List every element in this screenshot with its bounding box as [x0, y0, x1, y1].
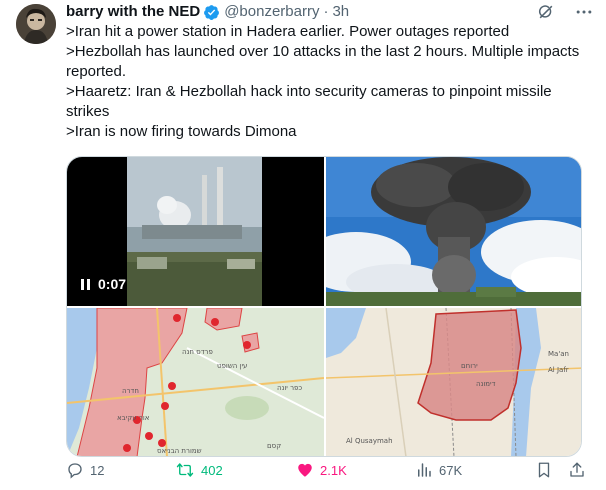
retweet-icon	[176, 463, 194, 477]
map-label: אור עקיבא	[117, 414, 150, 422]
reply-button[interactable]: 12	[66, 461, 104, 479]
retweet-count: 402	[201, 462, 223, 478]
separator-dot: ·	[323, 3, 329, 20]
map-label: כפר יונה	[277, 384, 302, 392]
bookmark-icon	[538, 462, 550, 478]
map-label: חדרה	[122, 387, 139, 395]
tweet-line: >Iran hit a power station in Hadera earl…	[66, 23, 510, 40]
retweet-button[interactable]: 402	[175, 461, 223, 479]
video-player[interactable]: 0:07	[67, 157, 324, 306]
map-label: שמורת הבניאס	[157, 447, 202, 455]
pause-icon[interactable]	[81, 278, 90, 290]
views-chart-icon	[418, 463, 431, 477]
map-label: דימונה	[476, 380, 496, 388]
reply-count: 12	[90, 462, 105, 478]
tweet-text: >Iran hit a power station in Hadera earl…	[66, 22, 591, 142]
photo-smoke[interactable]	[326, 157, 581, 306]
views-button[interactable]: 67K	[415, 461, 462, 479]
verified-badge-icon	[203, 4, 220, 21]
display-name[interactable]: barry with the NED	[66, 2, 200, 22]
more-options-icon[interactable]	[570, 2, 598, 22]
map-label: Al Qusaymah	[346, 437, 393, 445]
bookmark-button[interactable]	[535, 461, 553, 479]
video-time: 0:07	[98, 276, 127, 292]
map-image: עין השופט חדרה כפר יונה אור עקיבא פרדס ח…	[67, 308, 324, 456]
map-label: קסם	[267, 442, 281, 450]
tweet-line: >Hezbollah has launched over 10 attacks …	[66, 43, 580, 80]
map-label: Ma'an	[548, 350, 569, 358]
smoke-image	[326, 157, 581, 306]
tweet-header: barry with the NED @bonzerbarry · 3h	[66, 2, 598, 22]
like-count: 2.1K	[320, 462, 347, 478]
tweet-line: >Haaretz: Iran & Hezbollah hack into sec…	[66, 83, 552, 120]
like-button[interactable]: 2.1K	[296, 461, 347, 479]
timestamp[interactable]: 3h	[332, 2, 349, 22]
tweet-line: >Iran is now firing towards Dimona	[66, 123, 297, 140]
grok-icon[interactable]	[532, 2, 560, 22]
heart-icon	[298, 463, 312, 477]
map-negev[interactable]: ירוחם דימונה Al Qusaymah Ma'an Al Jafr	[326, 308, 581, 456]
map-label: פרדס חנה	[182, 348, 213, 356]
map-label: Al Jafr	[548, 366, 569, 374]
media-grid: 0:07 עין השופט חדרה כפר יונה אור עקיבא פ…	[66, 156, 582, 457]
map-label: ירוחם	[461, 362, 478, 370]
share-button[interactable]	[568, 461, 586, 479]
video-controls[interactable]: 0:07	[81, 276, 126, 292]
avatar-image	[16, 4, 56, 44]
map-label: עין השופט	[217, 362, 247, 370]
views-count: 67K	[439, 462, 463, 478]
user-handle[interactable]: @bonzerbarry	[224, 2, 319, 22]
avatar[interactable]	[16, 4, 56, 44]
action-bar: 12 402 2.1K 67K	[66, 458, 591, 482]
reply-icon	[68, 463, 82, 479]
share-icon	[570, 462, 584, 477]
map-image: ירוחם דימונה Al Qusaymah Ma'an Al Jafr	[326, 308, 581, 456]
map-central-israel[interactable]: עין השופט חדרה כפר יונה אור עקיבא פרדס ח…	[67, 308, 324, 456]
